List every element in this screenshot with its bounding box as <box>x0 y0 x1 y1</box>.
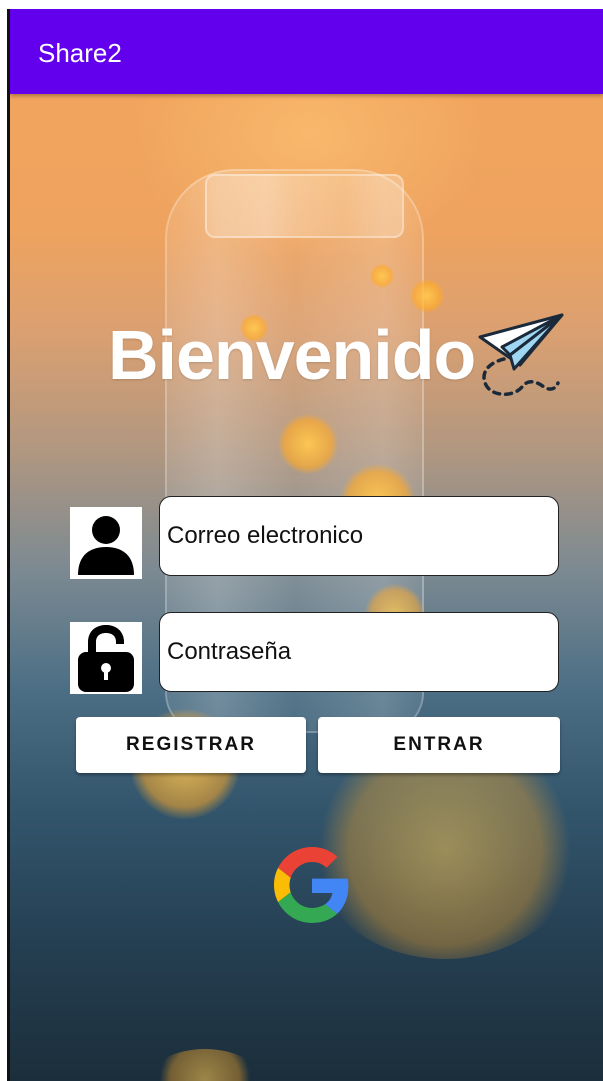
app-screen: Share2 Bienvenido REGISTRAR ENTRAR <box>10 9 603 1081</box>
google-icon[interactable] <box>274 847 350 923</box>
user-icon <box>78 516 134 575</box>
app-bar: Share2 <box>10 9 603 94</box>
bokeh-light <box>370 264 394 288</box>
bokeh-light <box>278 414 338 474</box>
left-edge <box>0 0 10 1081</box>
user-icon-box <box>70 507 142 579</box>
welcome-heading: Bienvenido <box>108 316 476 394</box>
bokeh-light <box>410 279 444 313</box>
app-title: Share2 <box>38 38 122 68</box>
paper-plane-icon <box>478 313 564 396</box>
password-input[interactable] <box>159 612 559 692</box>
unlocked-padlock-icon <box>78 625 134 692</box>
email-input[interactable] <box>159 496 559 576</box>
register-button[interactable]: REGISTRAR <box>76 717 306 773</box>
enter-button[interactable]: ENTRAR <box>318 717 560 773</box>
background-jar-neck <box>205 174 404 238</box>
lock-icon-box <box>70 622 142 694</box>
